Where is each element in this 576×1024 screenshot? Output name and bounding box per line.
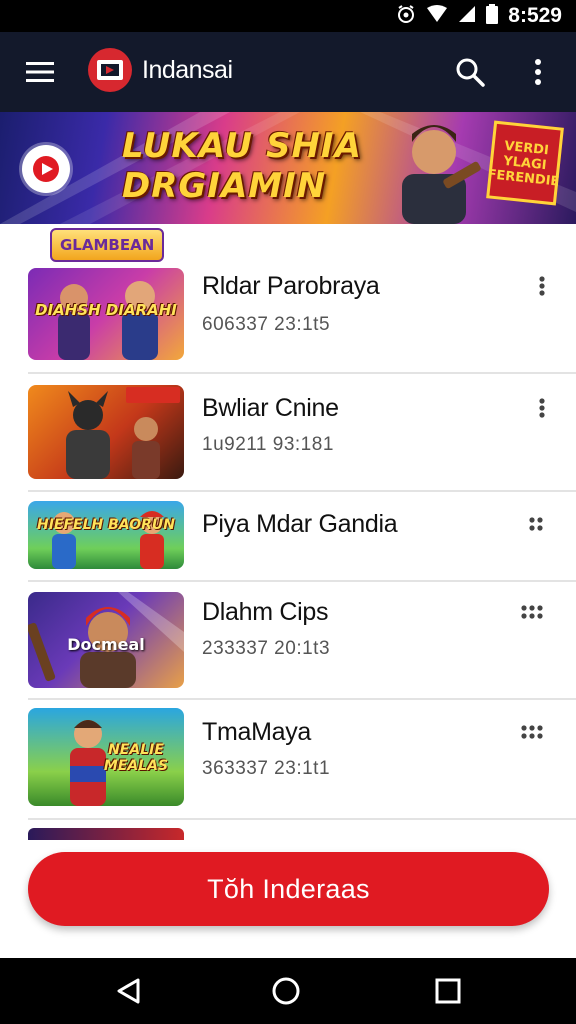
back-button[interactable] [108, 971, 148, 1011]
video-thumbnail: NEALIE MEALAS [28, 708, 184, 806]
play-icon [33, 156, 59, 182]
promo-banner[interactable]: LUKAU SHIA DRGIAMIN VERDI YLAGI FERENDIE [0, 112, 576, 224]
video-thumbnail: HIEFELH BAORUN [28, 501, 184, 569]
video-thumbnail: DIAHSH DIARAHI [28, 268, 184, 360]
section-label-text: GLAMBEAN [60, 236, 155, 254]
more-options-button[interactable] [520, 52, 556, 92]
recents-button[interactable] [428, 971, 468, 1011]
banner-title-line2: DRGIAMIN [122, 166, 327, 206]
divider [28, 698, 576, 700]
banner-title: LUKAU SHIA DRGIAMIN [122, 126, 362, 206]
thumbnail-caption: Docmeal [67, 635, 145, 654]
app-title: Indansai [142, 56, 233, 84]
home-icon [272, 977, 300, 1005]
wifi-icon [426, 4, 448, 28]
banner-badge: VERDI YLAGI FERENDIE [486, 120, 564, 206]
banner-title-line1: LUKAU SHIA [122, 126, 362, 166]
item-title: Dlahm Cips [202, 598, 329, 626]
item-time: 606337 23:1t5 [202, 314, 331, 335]
banner-hero-illustration [402, 125, 481, 224]
list-item[interactable]: Docmeal Dlahm Cips 233337 20:1t3 [0, 584, 576, 698]
list-item[interactable]: HIEFELH BAORUN Piya Mdar Gandia [0, 494, 576, 580]
search-button[interactable] [450, 52, 490, 92]
more-vert-icon [539, 398, 545, 418]
list-item[interactable]: DIAHSH DIARAHI Rldar Parobraya 606337 23… [0, 262, 576, 374]
divider [28, 372, 576, 374]
list-item[interactable]: Bwliar Cnine 1u9211 93:181 [0, 378, 576, 490]
primary-action-button[interactable]: Tŏh Inderaas [28, 852, 549, 926]
list-item[interactable]: NEALIE MEALAS TmaMaya 363337 23:1t1 [0, 702, 576, 816]
banner-play-button[interactable] [22, 145, 70, 193]
alarm-icon [396, 4, 416, 29]
item-time: 233337 20:1t3 [202, 638, 331, 659]
divider [28, 490, 576, 492]
grid-dots-icon [529, 517, 543, 531]
app-logo-icon [88, 48, 132, 92]
item-title: Piya Mdar Gandia [202, 510, 398, 538]
app-bar: Indansai [0, 32, 576, 112]
item-menu-button[interactable] [512, 592, 552, 632]
item-title: Rldar Parobraya [202, 272, 380, 300]
system-nav-bar [0, 958, 576, 1024]
item-title: TmaMaya [202, 718, 312, 746]
status-bar: 8:529 [0, 0, 576, 32]
battery-icon [486, 3, 499, 29]
menu-icon [26, 62, 54, 82]
thumbnail-caption: DIAHSH DIARAHI [35, 301, 177, 319]
thumbnail-caption: HIEFELH BAORUN [37, 517, 175, 533]
item-time: 363337 23:1t1 [202, 758, 331, 779]
primary-action-label: Tŏh Inderaas [207, 873, 370, 904]
video-thumbnail: Docmeal [28, 592, 184, 688]
item-menu-button[interactable] [522, 266, 562, 306]
more-vert-icon [535, 59, 541, 85]
status-time: 8:529 [508, 4, 562, 27]
video-thumbnail [28, 828, 184, 840]
menu-button[interactable] [20, 52, 60, 92]
more-vert-icon [539, 276, 545, 296]
divider [28, 580, 576, 582]
grid-dots-icon [521, 605, 543, 619]
recents-icon [435, 978, 461, 1004]
thumbnail-caption: NEALIE MEALAS [103, 742, 169, 774]
home-button[interactable] [266, 971, 306, 1011]
item-time: 1u9211 93:181 [202, 434, 334, 455]
banner-badge-text: VERDI YLAGI FERENDIE [486, 138, 561, 190]
status-icons: 8:529 [396, 3, 562, 29]
item-menu-button[interactable] [512, 712, 552, 752]
item-menu-button[interactable] [516, 504, 556, 544]
grid-dots-icon [521, 725, 543, 739]
item-menu-button[interactable] [522, 388, 562, 428]
signal-icon [458, 5, 476, 28]
item-title: Bwliar Cnine [202, 394, 339, 422]
divider [28, 818, 576, 820]
search-icon [456, 58, 485, 87]
back-icon [117, 978, 140, 1004]
video-thumbnail [28, 385, 184, 479]
section-label: GLAMBEAN [50, 228, 165, 262]
